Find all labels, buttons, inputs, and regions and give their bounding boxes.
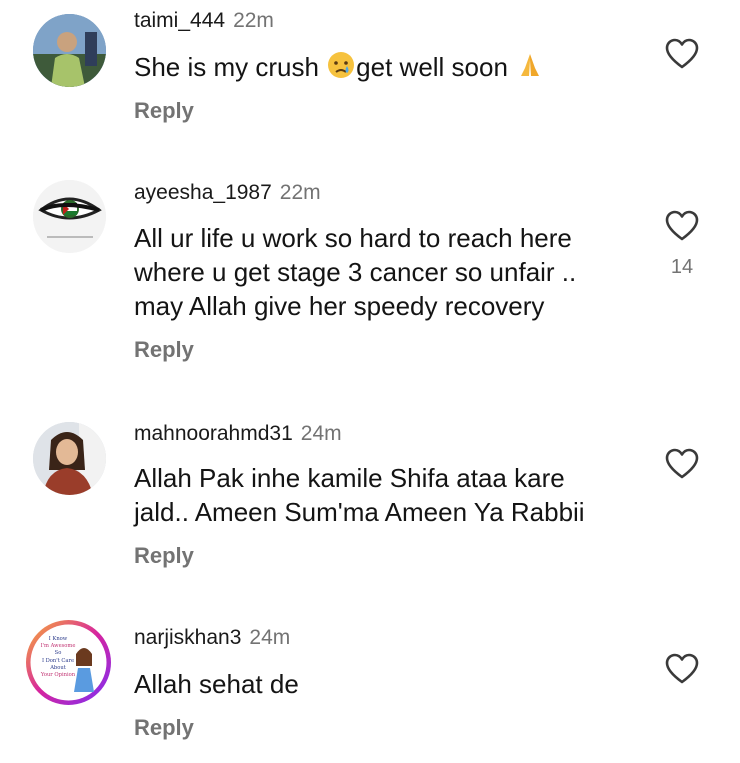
avatar-text-line: So xyxy=(54,650,62,657)
comment-line: where u get stage 3 cancer so unfair .. xyxy=(134,257,577,287)
comment-meta: narjiskhan3 24m xyxy=(134,626,290,650)
folded-hands-icon xyxy=(515,50,545,88)
avatar-text: I Know I'm Awesome So I Don't Care About… xyxy=(38,636,78,679)
reply-button[interactable]: Reply xyxy=(134,715,194,741)
comment-text-part: get well soon xyxy=(356,52,516,82)
avatar-text-line: I Don't Care xyxy=(41,657,75,664)
comment-text: All ur life u work so hard to reach here… xyxy=(134,221,576,323)
reply-button[interactable]: Reply xyxy=(134,543,194,569)
avatar-taimi[interactable] xyxy=(33,14,106,87)
comment-line: jald.. Ameen Sum'ma Ameen Ya Rabbii xyxy=(134,497,585,527)
comment-text: Allah sehat de xyxy=(134,667,299,701)
like-count: 14 xyxy=(670,256,694,278)
like-heart-icon[interactable] xyxy=(665,38,699,70)
timestamp: 24m xyxy=(300,422,342,445)
comment-text: She is my crush get well soon xyxy=(134,50,545,88)
avatar-text-line: I Know xyxy=(48,636,68,642)
comment-text-part: She is my crush xyxy=(134,52,327,82)
timestamp: 22m xyxy=(279,181,321,204)
username[interactable]: mahnoorahmd31 xyxy=(134,422,293,445)
reply-button[interactable]: Reply xyxy=(134,337,194,363)
comment-line: Allah Pak inhe kamile Shifa ataa kare xyxy=(134,463,565,493)
comment-line: may Allah give her speedy recovery xyxy=(134,291,545,321)
like-heart-icon[interactable] xyxy=(665,653,699,685)
crying-face-icon xyxy=(326,50,356,88)
comment-text: Allah Pak inhe kamile Shifa ataa kare ja… xyxy=(134,461,585,529)
username[interactable]: ayeesha_1987 xyxy=(134,181,272,204)
timestamp: 22m xyxy=(233,9,274,32)
avatar-narjis[interactable]: I Know I'm Awesome So I Don't Care About… xyxy=(26,620,111,705)
avatar-text-line: About xyxy=(50,664,66,671)
reply-button[interactable]: Reply xyxy=(134,98,194,124)
username[interactable]: narjiskhan3 xyxy=(134,626,241,649)
comment-meta: taimi_444 22m xyxy=(134,9,274,33)
avatar-text-line: Your Opinion xyxy=(40,672,76,679)
comment-meta: mahnoorahmd31 24m xyxy=(134,422,342,446)
timestamp: 24m xyxy=(249,626,291,649)
avatar-ayeesha[interactable] xyxy=(33,180,106,253)
like-heart-icon[interactable] xyxy=(665,210,699,242)
comment-meta: ayeesha_1987 22m xyxy=(134,181,321,205)
avatar-text-line: I'm Awesome xyxy=(40,643,76,650)
avatar-mahnoor[interactable] xyxy=(33,422,106,495)
comment-line: All ur life u work so hard to reach here xyxy=(134,223,572,253)
like-heart-icon[interactable] xyxy=(665,448,699,480)
comment-line: Allah sehat de xyxy=(134,669,299,699)
username[interactable]: taimi_444 xyxy=(134,9,225,32)
